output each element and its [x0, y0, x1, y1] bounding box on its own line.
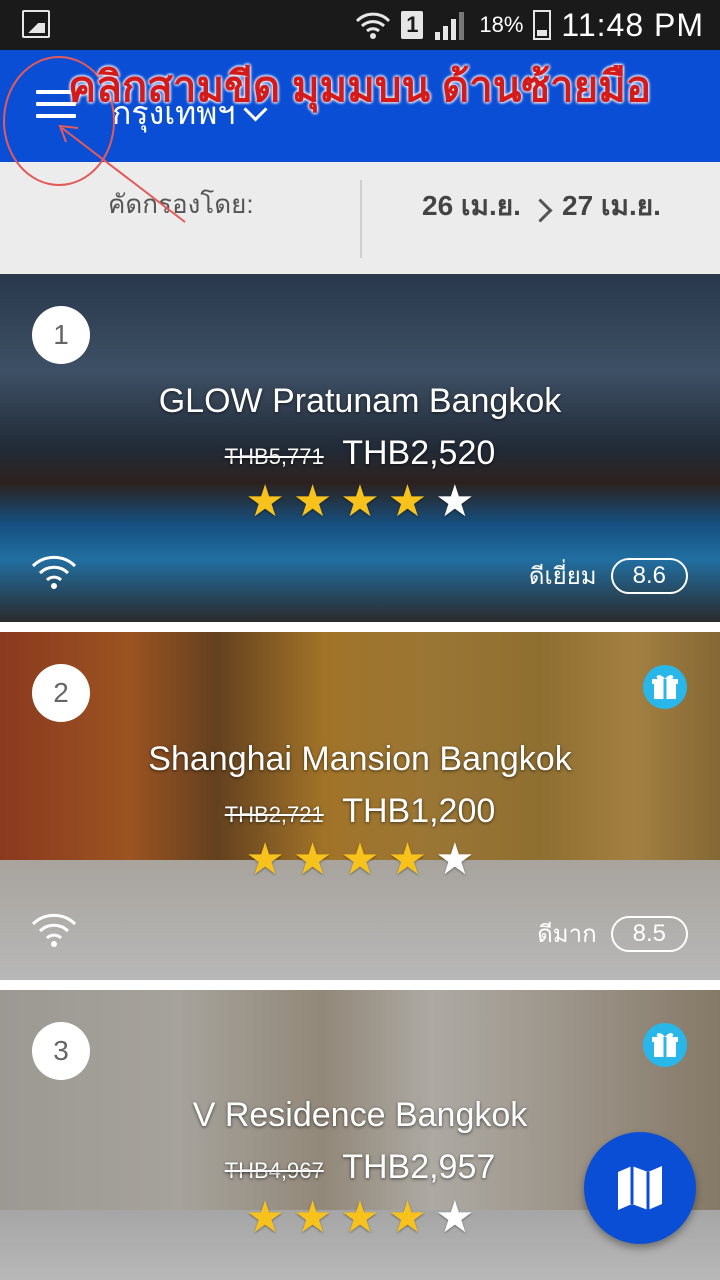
- original-price: THB2,721: [224, 802, 324, 827]
- star-filled-icon: ★: [292, 835, 333, 884]
- star-filled-icon: ★: [387, 835, 428, 884]
- star-filled-icon: ★: [340, 477, 380, 526]
- checkout-date[interactable]: 27 เม.ย.: [562, 184, 661, 228]
- rating-label: ดีเยี่ยม: [528, 563, 597, 590]
- battery-percent: 18%: [479, 12, 524, 37]
- hotel-name: GLOW Pratunam Bangkok: [158, 382, 562, 420]
- star-filled-icon: ★: [387, 1193, 428, 1242]
- rating-score: 8.5: [610, 915, 688, 952]
- sim-slot-icon: 1: [401, 11, 424, 39]
- rank-badge: 2: [32, 664, 90, 722]
- star-empty-icon: ★: [435, 1193, 475, 1242]
- star-filled-icon: ★: [340, 1193, 380, 1242]
- divider: [360, 180, 362, 258]
- filter-bar: คัดกรองโดย: 26 เม.ย. 27 เม.ย.: [0, 162, 720, 274]
- review-rating: ดีมาก 8.5: [537, 914, 688, 953]
- star-filled-icon: ★: [245, 1193, 285, 1242]
- original-price: THB5,771: [224, 444, 324, 469]
- clock: 11:48 PM: [561, 6, 704, 43]
- star-filled-icon: ★: [292, 477, 333, 526]
- discount-price: THB2,520: [342, 434, 496, 472]
- chevron-right-icon: [528, 198, 553, 223]
- hotel-name: V Residence Bangkok: [192, 1096, 528, 1134]
- gift-icon: [643, 665, 687, 709]
- discount-price: THB2,957: [342, 1148, 496, 1186]
- discount-price: THB1,200: [342, 792, 496, 830]
- hotel-name: Shanghai Mansion Bangkok: [148, 740, 572, 778]
- star-filled-icon: ★: [292, 1193, 333, 1242]
- review-rating: ดีเยี่ยม 8.6: [529, 556, 688, 595]
- wifi-status-icon: [356, 12, 391, 39]
- checkin-date[interactable]: 26 เม.ย.: [422, 184, 521, 228]
- hotel-card[interactable]: 2 Shanghai Mansion Bangkok THB2,721 THB1…: [0, 632, 720, 980]
- star-filled-icon: ★: [387, 477, 428, 526]
- wifi-icon: [31, 913, 77, 947]
- status-bar: 1 18% 11:48 PM: [0, 0, 720, 50]
- rank-badge: 3: [32, 1022, 90, 1080]
- rating-label: ดีมาก: [537, 921, 597, 948]
- rating-score: 8.6: [610, 557, 688, 594]
- star-empty-icon: ★: [435, 835, 475, 884]
- wifi-icon: [31, 555, 77, 589]
- signal-icon: [435, 12, 465, 40]
- battery-icon: [533, 10, 552, 40]
- annotation-instruction: คลิกสามขีด มุมมบน ด้านซ้ายมือ: [68, 63, 652, 110]
- star-empty-icon: ★: [435, 477, 475, 526]
- gallery-notification-icon: [22, 10, 50, 38]
- price-row: THB2,721 THB1,200: [0, 792, 720, 831]
- star-rating: ★ ★ ★ ★ ★: [0, 838, 720, 882]
- filter-button[interactable]: คัดกรองโดย:: [108, 184, 254, 225]
- price-row: THB5,771 THB2,520: [0, 434, 720, 473]
- gift-icon: [643, 1023, 687, 1067]
- star-filled-icon: ★: [340, 835, 380, 884]
- star-filled-icon: ★: [245, 835, 285, 884]
- rank-badge: 1: [32, 306, 90, 364]
- original-price: THB4,967: [224, 1158, 324, 1183]
- map-icon: [618, 1166, 662, 1210]
- star-rating: ★ ★ ★ ★ ★: [0, 480, 720, 524]
- star-filled-icon: ★: [245, 477, 285, 526]
- map-button[interactable]: [584, 1132, 696, 1244]
- hotel-card[interactable]: 1 GLOW Pratunam Bangkok THB5,771 THB2,52…: [0, 274, 720, 622]
